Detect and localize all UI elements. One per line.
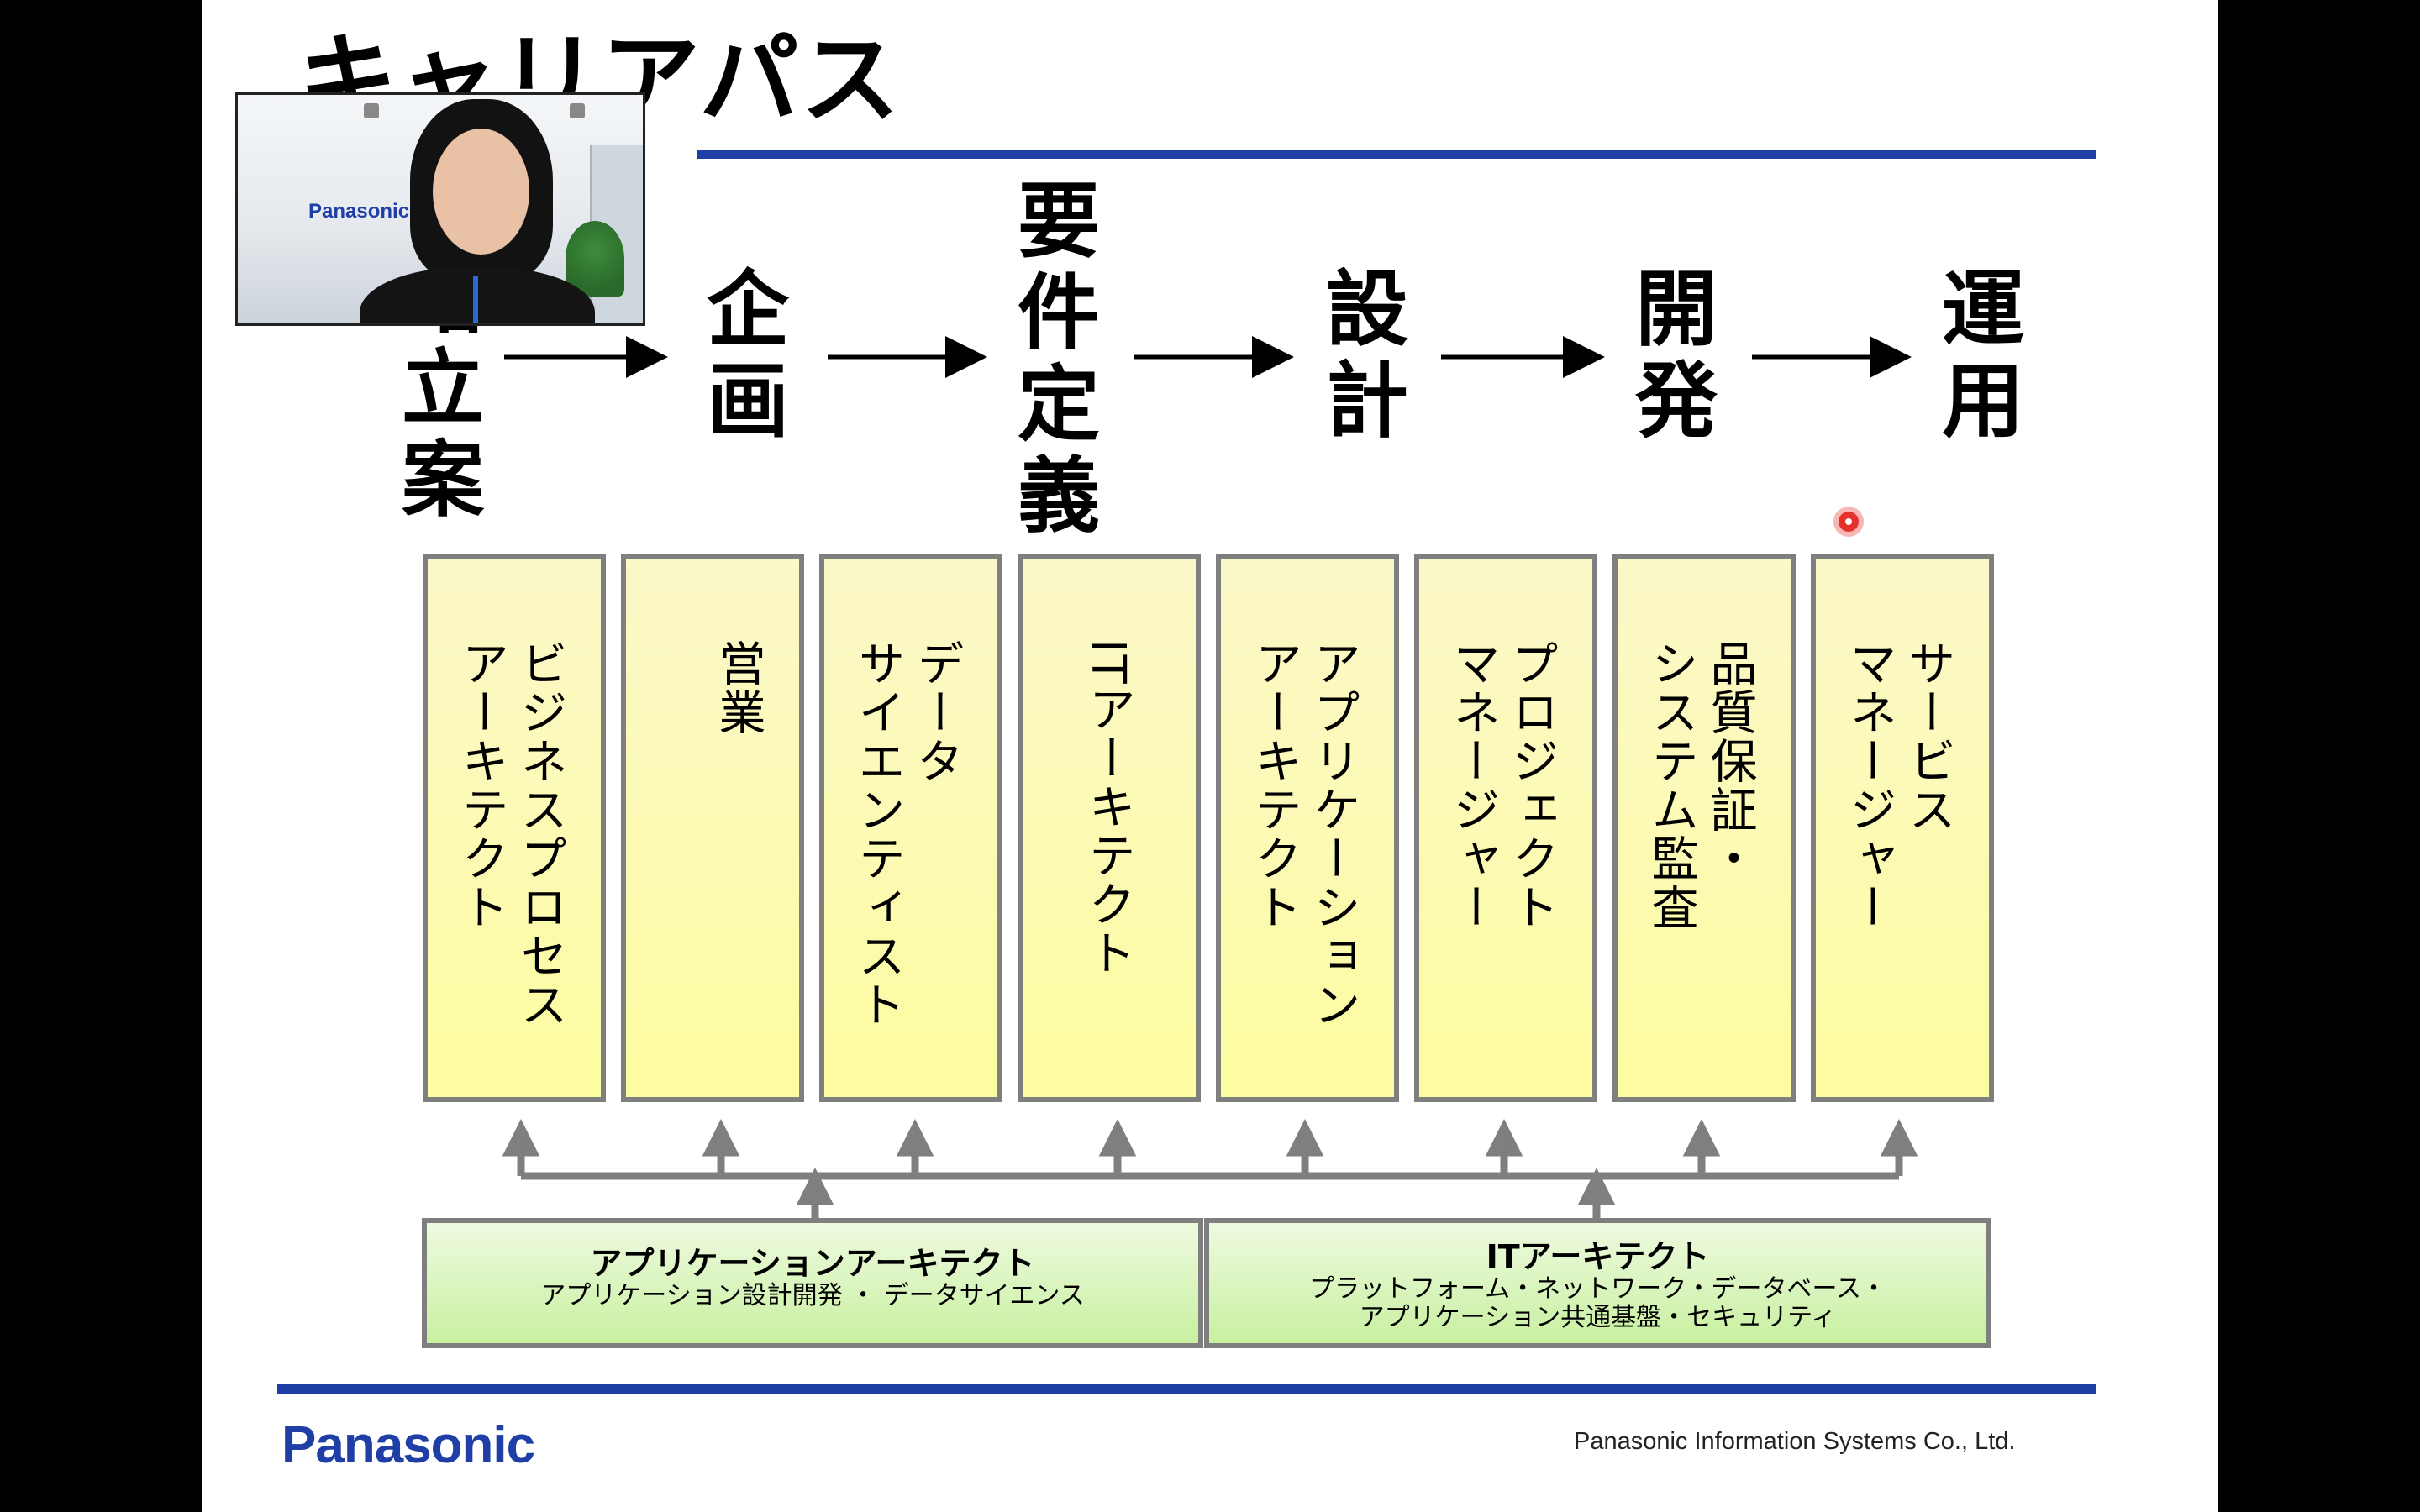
- role-application-architect: アプリケーション アーキテクト: [1216, 554, 1399, 1102]
- role-quality-assurance-audit: 品質保証・ システム監査: [1612, 554, 1796, 1102]
- bottom-rule: [277, 1384, 2096, 1394]
- foundation-application-architect: アプリケーションアーキテクト アプリケーション設計開発 ・ データサイエンス: [422, 1218, 1203, 1348]
- role-data-scientist: データ サイエンティスト: [819, 554, 1002, 1102]
- role-business-process-architect: ビジネスプロセス アーキテクト: [423, 554, 606, 1102]
- role-it-architect: ITアーキテクト: [1018, 554, 1201, 1102]
- ceiling-light: [570, 103, 585, 118]
- role-project-manager: プロジェクト マネージャー: [1414, 554, 1597, 1102]
- panasonic-logo: Panasonic: [281, 1416, 535, 1474]
- lanyard: [473, 276, 478, 323]
- ceiling-light: [364, 103, 379, 118]
- foundation-connectors: [502, 1118, 1918, 1218]
- foundation-it-architect: ITアーキテクト プラットフォーム・ネットワーク・データベース・ アプリケーショ…: [1204, 1218, 1991, 1348]
- company-name: Panasonic Information Systems Co., Ltd.: [1574, 1428, 2016, 1455]
- laser-pointer-icon: [1839, 512, 1859, 532]
- role-service-manager: サービス マネージャー: [1811, 554, 1994, 1102]
- role-sales: 営業: [621, 554, 804, 1102]
- webcam-video-overlay[interactable]: Panasonic: [235, 92, 645, 326]
- backdrop-logo: Panasonic: [308, 200, 410, 223]
- presenter-face: [433, 129, 529, 255]
